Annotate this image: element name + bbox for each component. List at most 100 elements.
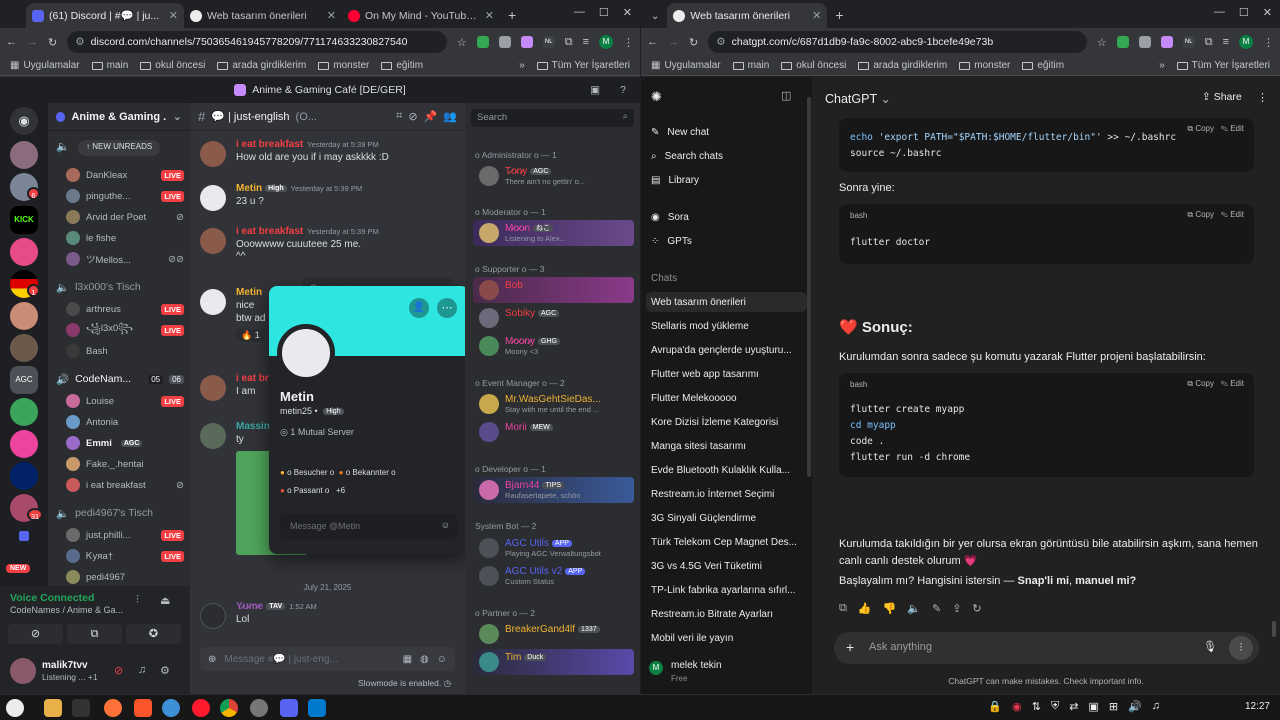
- server-icon[interactable]: [10, 430, 38, 458]
- read-aloud-icon[interactable]: 🔈: [907, 602, 921, 615]
- avatar[interactable]: [200, 289, 226, 315]
- chrome-icon[interactable]: [220, 699, 238, 717]
- voice-mode-button[interactable]: ⫶: [1229, 636, 1253, 660]
- mute-mic-icon[interactable]: ⊘: [114, 664, 123, 677]
- bookmark-folder[interactable]: eğitim: [381, 60, 423, 71]
- bookmark-folder[interactable]: okul öncesi: [140, 60, 205, 71]
- pin-icon[interactable]: 📌: [424, 110, 438, 123]
- more-icon[interactable]: ⋯: [437, 298, 457, 318]
- message-author[interactable]: Metin: [236, 287, 262, 298]
- sidebar-scrollbar[interactable]: [807, 97, 811, 477]
- voice-user[interactable]: arthreus LIVE: [66, 300, 184, 318]
- thumbs-down-icon[interactable]: 👎: [883, 602, 897, 615]
- bookmark-star-icon[interactable]: ☆: [457, 36, 467, 49]
- threads-icon[interactable]: ⌗: [396, 110, 402, 123]
- message-author[interactable]: i eat breakfast Yesterday at 5:39 PM: [236, 139, 379, 150]
- headphones-icon[interactable]: ♫: [138, 664, 146, 676]
- close-tab-icon[interactable]: ✕: [169, 9, 178, 22]
- edit-in-canvas-icon[interactable]: ✎: [932, 602, 941, 615]
- bookmark-folder[interactable]: arada girdiklerim: [858, 60, 947, 71]
- reload-icon[interactable]: ↻: [689, 36, 698, 49]
- profile-avatar[interactable]: M: [599, 35, 613, 49]
- bookmark-folder[interactable]: main: [732, 60, 769, 71]
- discord-home-icon[interactable]: ◉: [10, 107, 38, 135]
- extension-icon[interactable]: [1138, 36, 1151, 48]
- member-item[interactable]: Morii MEW: [473, 419, 634, 445]
- copy-button[interactable]: ⧉ Copy: [1187, 210, 1214, 219]
- message-author[interactable]: Massin: [236, 421, 270, 432]
- maximize-icon[interactable]: ☐: [599, 6, 609, 19]
- new-chat-button[interactable]: ✎ New chat: [646, 122, 807, 142]
- more-bookmarks-icon[interactable]: »: [1159, 60, 1165, 71]
- message[interactable]: i eat breakfast Yesterday at 5:39 PM Ooow…: [200, 226, 459, 270]
- voice-user[interactable]: Emmi AGC: [66, 434, 184, 452]
- voice-user[interactable]: Ꮶyᴙa† LIVE: [66, 547, 184, 565]
- thumbs-up-icon[interactable]: 👍: [858, 602, 872, 615]
- tab-chatgpt[interactable]: Web tasarım önerileri ✕: [667, 3, 828, 28]
- folder-icon[interactable]: [19, 531, 29, 541]
- updates-icon[interactable]: ⇅: [1032, 700, 1041, 713]
- plus-icon[interactable]: +: [846, 639, 854, 655]
- shield-extension-icon[interactable]: [1116, 36, 1129, 48]
- avatar[interactable]: [200, 603, 226, 629]
- avatar[interactable]: [200, 423, 226, 449]
- library-button[interactable]: ▤ Library: [646, 170, 807, 190]
- files-icon[interactable]: [44, 699, 62, 717]
- volume-icon[interactable]: 🔊: [1128, 700, 1142, 713]
- activity-button[interactable]: ✪: [126, 624, 181, 644]
- search-chats-button[interactable]: ⌕ Search chats: [646, 146, 807, 166]
- share-button[interactable]: ⇪ Share: [1202, 91, 1242, 103]
- chat-item[interactable]: Avrupa'da gençlerde uyuşturu...: [646, 340, 807, 360]
- channel-topic[interactable]: (O...: [296, 111, 317, 123]
- profile-avatar[interactable]: [277, 324, 335, 382]
- profile-message-input[interactable]: Message @Metin ☺: [280, 514, 458, 540]
- member-item[interactable]: AGC Utils v2 APP Custom Status: [473, 563, 634, 589]
- edit-button[interactable]: ✎ Edit: [1221, 379, 1244, 388]
- gift-icon[interactable]: ▦: [403, 654, 412, 665]
- voice-signal-icon[interactable]: ⫶: [136, 594, 139, 607]
- chat-item[interactable]: TP-Link fabrika ayarlarına sıfırl...: [646, 580, 807, 600]
- bookmark-apps[interactable]: ▦ Uygulamalar: [10, 60, 80, 71]
- disconnect-icon[interactable]: ⏏: [160, 594, 170, 607]
- site-info-icon[interactable]: ⚙: [716, 36, 725, 48]
- message-input[interactable]: Message #💬 | just-eng...: [224, 654, 394, 665]
- message[interactable]: Y̷̷u̷̷m̷̷e TAV 1:52 AM Lol: [200, 601, 459, 631]
- start-menu-icon[interactable]: [6, 699, 24, 717]
- bookmark-folder[interactable]: monster: [959, 60, 1010, 71]
- chat-item[interactable]: Evde Bluetooth Kulaklık Kulla...: [646, 460, 807, 480]
- search-input[interactable]: Search ⌕: [471, 109, 634, 127]
- bookmark-folder[interactable]: main: [91, 60, 128, 71]
- member-item[interactable]: M̷̷o̷̷o̷̷n̷̷y GHG Moony <3: [473, 333, 634, 359]
- openai-logo-icon[interactable]: ✺: [651, 89, 662, 105]
- member-item[interactable]: Bob: [473, 277, 634, 303]
- share-icon[interactable]: ⇪: [952, 602, 961, 615]
- url-input[interactable]: ⚙ chatgpt.com/c/687d1db9-fa9c-8002-abc9-…: [708, 31, 1087, 53]
- voice-user[interactable]: i eat breakfast ⊘: [66, 476, 184, 494]
- sidebar-toggle-icon[interactable]: ◫: [781, 89, 791, 102]
- gear-icon[interactable]: ⚙: [160, 664, 170, 677]
- steam-icon[interactable]: [250, 699, 268, 717]
- nl-extension-icon[interactable]: NL: [542, 36, 555, 48]
- menu-icon[interactable]: ⋮: [623, 36, 634, 49]
- server-header[interactable]: Anime & Gaming ... ⌄: [48, 103, 190, 131]
- vscode-icon[interactable]: [308, 699, 326, 717]
- emoji-icon[interactable]: ☺: [437, 654, 447, 665]
- close-tab-icon[interactable]: ✕: [485, 9, 494, 22]
- close-window-icon[interactable]: ✕: [623, 6, 632, 19]
- server-icon[interactable]: [10, 302, 38, 330]
- avatar[interactable]: [200, 141, 226, 167]
- extension-icon[interactable]: [1160, 36, 1173, 48]
- network-wired-icon[interactable]: ⊞: [1109, 700, 1118, 713]
- chat-item[interactable]: Stellaris mod yükleme: [646, 316, 807, 336]
- main-scrollbar[interactable]: [1272, 621, 1276, 637]
- chat-item[interactable]: Manga sitesi tasarımı: [646, 436, 807, 456]
- message[interactable]: Metin High Yesterday at 5:39 PM 23 u ?: [200, 183, 459, 215]
- gpts-button[interactable]: ⁘ GPTs: [646, 231, 807, 251]
- mutual-servers[interactable]: ◎ 1 Mutual Server: [280, 427, 354, 438]
- microphone-icon[interactable]: 🎙: [1203, 640, 1217, 653]
- media-icon[interactable]: ≡: [1223, 36, 1229, 48]
- site-info-icon[interactable]: ⚙: [75, 36, 84, 48]
- back-icon[interactable]: ←: [6, 36, 17, 48]
- chat-item[interactable]: Restream.io İnternet Seçimi: [646, 484, 807, 504]
- reload-icon[interactable]: ↻: [48, 36, 57, 49]
